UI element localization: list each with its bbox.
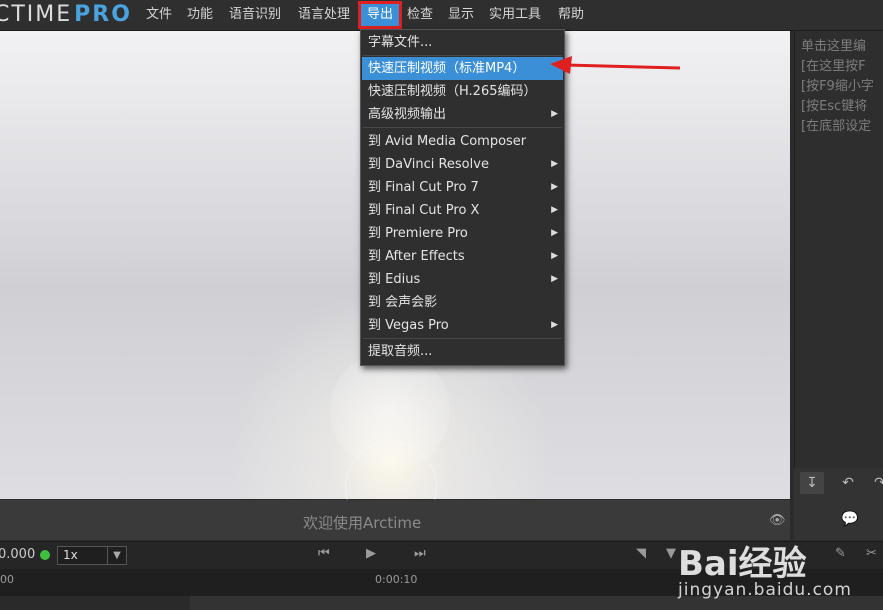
menu-item-label: 到 Final Cut Pro 7 bbox=[368, 180, 479, 195]
next-icon[interactable]: ⏭ bbox=[414, 546, 426, 561]
menu-item-label: 到 Avid Media Composer bbox=[368, 134, 527, 149]
menu-display[interactable]: 显示 bbox=[448, 6, 474, 24]
export-fast-mp4[interactable]: 快速压制视频（标准MP4） bbox=[362, 57, 563, 80]
menu-item-label: 到 After Effects bbox=[368, 249, 465, 264]
subtitle-hint-line: [在底部设定 bbox=[801, 119, 872, 134]
export-premiere[interactable]: 到 Premiere Pro ▶ bbox=[362, 222, 563, 245]
menu-bar: CTIMEPRO 文件 功能 语音识别 语言处理 导出 检查 显示 实用工具 帮… bbox=[0, 0, 883, 31]
play-icon[interactable]: ▶ bbox=[366, 546, 376, 561]
export-fcp7[interactable]: 到 Final Cut Pro 7 ▶ bbox=[362, 176, 563, 199]
app-logo: CTIMEPRO bbox=[0, 2, 132, 27]
menu-separator bbox=[363, 127, 562, 128]
menu-separator bbox=[363, 55, 562, 56]
redo-icon[interactable]: ↷ bbox=[868, 472, 883, 494]
submenu-arrow-icon: ▶ bbox=[551, 159, 558, 169]
insert-icon[interactable]: ↧ bbox=[800, 472, 824, 494]
speed-value: 1x bbox=[63, 548, 78, 562]
menu-utilities[interactable]: 实用工具 bbox=[489, 6, 541, 24]
baidu-watermark: Bai经验 jingyan.baidu.com bbox=[668, 530, 878, 606]
menu-speech-recognition[interactable]: 语音识别 bbox=[229, 6, 281, 24]
subtitle-hint-line: [按F9缩小字 bbox=[801, 79, 874, 94]
undo-icon[interactable]: ↶ bbox=[836, 472, 860, 494]
menu-file[interactable]: 文件 bbox=[146, 6, 172, 24]
submenu-arrow-icon: ▶ bbox=[551, 274, 558, 284]
logo-pro: PRO bbox=[74, 2, 132, 27]
menu-help[interactable]: 帮助 bbox=[558, 6, 584, 24]
current-time: 0.000 bbox=[0, 547, 36, 562]
export-avid[interactable]: 到 Avid Media Composer bbox=[362, 130, 563, 153]
submenu-arrow-icon: ▶ bbox=[551, 320, 558, 330]
export-after-effects[interactable]: 到 After Effects ▶ bbox=[362, 245, 563, 268]
menu-item-label: 到 Edius bbox=[368, 272, 421, 287]
export-edius[interactable]: 到 Edius ▶ bbox=[362, 268, 563, 291]
menu-item-label: 字幕文件... bbox=[368, 35, 433, 50]
subtitle-hint-line: 单击这里编 bbox=[801, 39, 867, 54]
export-huishengxiaoying[interactable]: 到 会声会影 bbox=[362, 291, 563, 314]
menu-export[interactable]: 导出 bbox=[357, 1, 403, 29]
logo-text: CTIME bbox=[0, 2, 73, 27]
timeline-mid-label: 0:00:10 bbox=[375, 573, 418, 586]
export-dropdown-menu: 字幕文件... 快速压制视频（标准MP4） 快速压制视频（H.265编码） 高级… bbox=[360, 29, 565, 366]
menu-item-label: 快速压制视频（H.265编码） bbox=[368, 84, 537, 99]
submenu-arrow-icon: ▶ bbox=[551, 251, 558, 261]
menu-item-label: 到 Premiere Pro bbox=[368, 226, 468, 241]
menu-item-label: 到 DaVinci Resolve bbox=[368, 157, 489, 172]
watermark-url: jingyan.baidu.com bbox=[678, 580, 852, 600]
export-fast-h265[interactable]: 快速压制视频（H.265编码） bbox=[362, 80, 563, 103]
export-extract-audio[interactable]: 提取音频... bbox=[362, 340, 563, 363]
menu-function[interactable]: 功能 bbox=[187, 6, 213, 24]
menu-separator bbox=[363, 338, 562, 339]
comment-icon[interactable]: 💬 bbox=[838, 508, 862, 530]
menu-item-label: 提取音频... bbox=[368, 344, 433, 359]
submenu-arrow-icon: ▶ bbox=[551, 109, 558, 119]
welcome-caption: 欢迎使用Arctime bbox=[303, 514, 422, 532]
export-davinci[interactable]: 到 DaVinci Resolve ▶ bbox=[362, 153, 563, 176]
submenu-arrow-icon: ▶ bbox=[551, 205, 558, 215]
subtitle-hint-line: [按Esc键将 bbox=[801, 99, 868, 114]
mark-in-icon[interactable]: ◥ bbox=[636, 546, 646, 561]
watermark-logo: Bai经验 bbox=[678, 544, 807, 584]
menu-item-label: 到 Final Cut Pro X bbox=[368, 203, 480, 218]
chevron-down-icon[interactable]: ▼ bbox=[107, 547, 126, 564]
menu-check[interactable]: 检查 bbox=[407, 6, 433, 24]
subtitle-panel[interactable]: 单击这里编 [在这里按F [按F9缩小字 [按Esc键将 [在底部设定 bbox=[794, 31, 883, 468]
export-vegas[interactable]: 到 Vegas Pro ▶ bbox=[362, 314, 563, 337]
menu-item-label: 到 Vegas Pro bbox=[368, 318, 449, 333]
timeline-start-label: 00 bbox=[0, 573, 14, 586]
menu-item-label: 快速压制视频（标准MP4） bbox=[368, 61, 526, 76]
status-dot bbox=[40, 550, 50, 560]
export-subtitle-file[interactable]: 字幕文件... bbox=[362, 31, 563, 54]
annotation-arrow-icon bbox=[550, 56, 681, 74]
menu-item-label: 到 会声会影 bbox=[368, 295, 438, 310]
menu-language-processing[interactable]: 语言处理 bbox=[298, 6, 350, 24]
export-advanced-video[interactable]: 高级视频输出 ▶ bbox=[362, 103, 563, 126]
export-fcpx[interactable]: 到 Final Cut Pro X ▶ bbox=[362, 199, 563, 222]
submenu-arrow-icon: ▶ bbox=[551, 182, 558, 192]
previous-icon[interactable]: ⏮ bbox=[318, 546, 330, 561]
eye-icon[interactable]: 👁 bbox=[769, 513, 786, 528]
menu-item-label: 高级视频输出 bbox=[368, 107, 447, 122]
subtitle-hint-line: [在这里按F bbox=[801, 59, 866, 74]
submenu-arrow-icon: ▶ bbox=[551, 228, 558, 238]
speed-select[interactable]: 1x ▼ bbox=[57, 546, 127, 565]
